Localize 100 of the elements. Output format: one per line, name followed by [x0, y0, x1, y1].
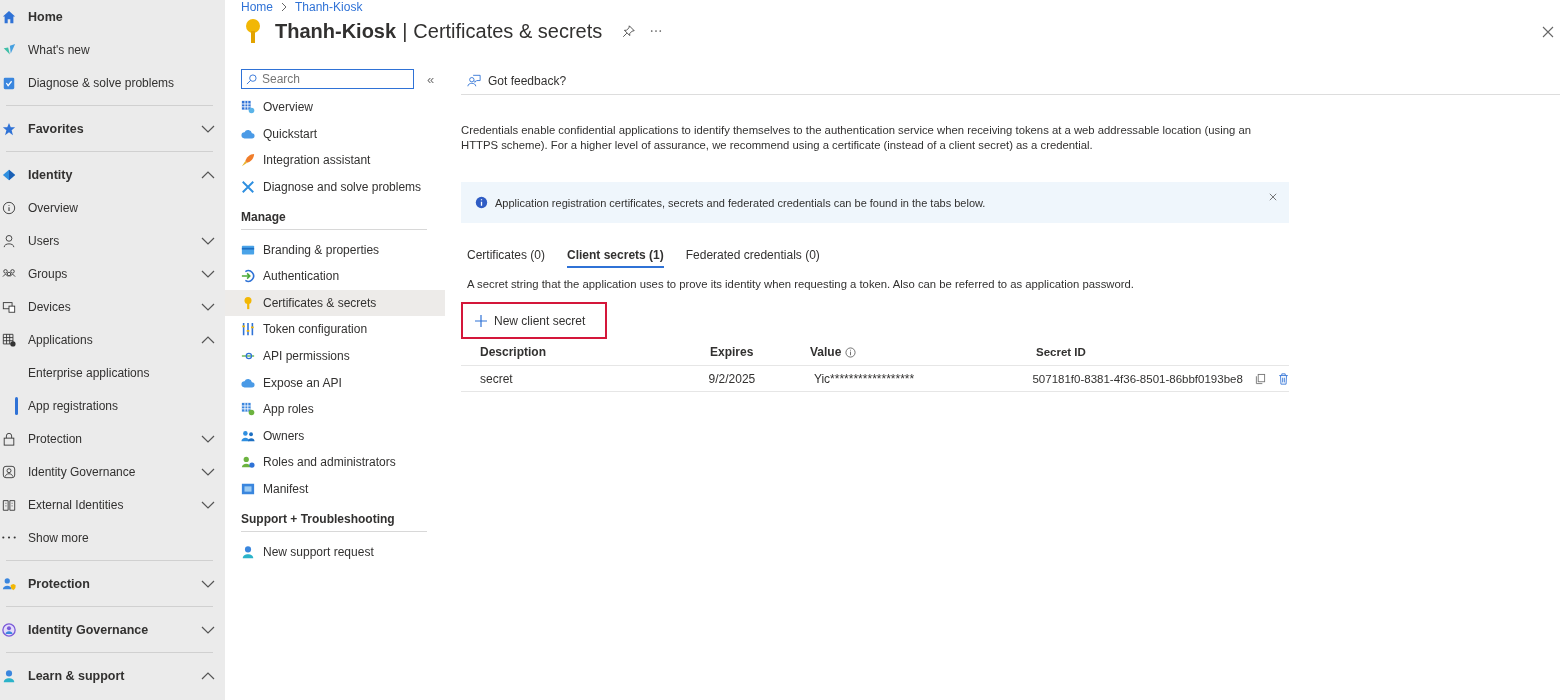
plus-icon [475, 314, 487, 327]
copy-icon[interactable] [1255, 372, 1266, 385]
nav-heading[interactable]: Home [28, 9, 215, 24]
chevron-down-icon[interactable] [201, 236, 215, 245]
book-icon [2, 497, 16, 512]
menu-item[interactable]: Quickstart [225, 120, 445, 148]
chevron-down-icon[interactable] [201, 625, 215, 634]
nav-heading[interactable]: Protection [28, 576, 201, 591]
star-icon [2, 121, 16, 136]
close-icon[interactable] [1269, 193, 1277, 201]
column-header: Expires [710, 345, 754, 359]
column-header: Secret ID [1036, 346, 1086, 358]
menu-item[interactable]: App roles [225, 395, 445, 423]
chevron-up-icon[interactable] [201, 335, 215, 344]
info-icon [475, 196, 488, 209]
feedback-icon [467, 74, 481, 88]
house-icon [2, 9, 16, 24]
menu-item[interactable]: Roles and administrators [225, 449, 445, 476]
menu-item[interactable]: Branding & properties [225, 236, 445, 263]
tab[interactable]: Certificates (0) [467, 245, 546, 268]
collapse-button[interactable]: « [427, 71, 435, 87]
section-heading: Support + Troubleshooting [241, 512, 427, 533]
nav-item[interactable]: Protection [28, 431, 201, 446]
table-cell: secret [480, 371, 513, 386]
nav-item[interactable]: Users [28, 233, 201, 248]
nav-item[interactable]: Identity Governance [28, 464, 201, 479]
clipboard-icon [2, 75, 16, 90]
pin-icon[interactable] [622, 24, 636, 38]
chevron-down-icon[interactable] [201, 302, 215, 311]
devices-icon [2, 299, 16, 314]
key-icon [245, 18, 261, 44]
column-header: Value [810, 345, 842, 359]
search-field[interactable]: Search [241, 69, 414, 89]
menu-item[interactable]: Owners [225, 422, 445, 450]
feedback-button[interactable]: Got feedback? [467, 74, 567, 88]
menu-item[interactable]: Overview [225, 94, 445, 121]
person-icon [2, 233, 16, 248]
chevron-down-icon[interactable] [201, 434, 215, 443]
nav-item[interactable]: Diagnose & solve problems [28, 75, 215, 90]
grid-icon [2, 332, 16, 347]
grid-icon [241, 100, 255, 115]
chevron-down-icon[interactable] [201, 269, 215, 278]
page-subtitle: Certificates & secrets [413, 19, 603, 43]
menu-item[interactable]: New support request [225, 538, 445, 565]
tab[interactable]: Federated credentials (0) [685, 245, 820, 268]
chevron-up-icon[interactable] [201, 671, 215, 680]
bars-icon [241, 322, 255, 337]
ellipsis-icon [2, 536, 16, 539]
column-header: Description [480, 345, 546, 359]
breadcrumb-link[interactable]: Home [241, 0, 273, 14]
table-cell: Yic****************** [813, 371, 915, 386]
description-text: Credentials enable confidential applications to identify themselves to the authentication service when receiving tokens at a web addressable location (using an HTTPS scheme). For a higher level of assurance, we recommend using a certificate (instead of a client secret) as a credential. [461, 123, 1252, 153]
menu-item[interactable]: Diagnose and solve problems [225, 173, 445, 201]
grid-icon [241, 402, 255, 417]
nav-heading[interactable]: Identity Governance [28, 622, 201, 637]
nav-item[interactable]: Overview [28, 200, 215, 215]
nav-item[interactable]: Applications [28, 332, 201, 347]
person-icon [2, 668, 16, 683]
tab[interactable]: Client secrets (1) [567, 245, 664, 268]
more-icon[interactable] [650, 29, 663, 33]
menu-item[interactable]: Expose an API [225, 369, 445, 396]
chevron-down-icon[interactable] [201, 124, 215, 133]
chevron-right-icon [281, 2, 287, 12]
search-icon [246, 74, 257, 85]
chevron-down-icon[interactable] [201, 500, 215, 509]
person-shield-icon [2, 576, 16, 591]
nav-item[interactable]: Enterprise applications [28, 365, 215, 380]
menu-item[interactable]: Token configuration [225, 316, 445, 343]
table-cell: 507181f0-8381-4f36-8501-86bbf0193be8 [1032, 372, 1243, 385]
delete-icon[interactable] [1278, 372, 1289, 385]
menu-item[interactable]: Integration assistant [225, 147, 445, 174]
section-heading: Manage [241, 210, 427, 231]
nav-item[interactable]: App registrations [28, 398, 215, 413]
diamond-icon [2, 167, 16, 182]
nav-item[interactable]: What's new [28, 42, 215, 57]
people-icon [241, 428, 255, 443]
nav-item[interactable]: Show more [28, 530, 215, 545]
new-client-secret-button[interactable]: New client secret [461, 302, 607, 339]
banner-text: Application registration certificates, secrets and federated credentials can be found in the tabs below. [495, 196, 987, 209]
breadcrumb-link[interactable]: Thanh-Kiosk [295, 0, 363, 14]
nav-heading[interactable]: Identity [28, 167, 201, 182]
nav-item[interactable]: External Identities [28, 497, 201, 512]
lock-icon [2, 431, 16, 446]
menu-item[interactable]: API permissions [225, 342, 445, 370]
nav-heading[interactable]: Favorites [28, 121, 201, 136]
table-cell: 9/2/2025 [708, 371, 756, 386]
menu-item[interactable]: Authentication [225, 262, 445, 290]
chevron-up-icon[interactable] [201, 170, 215, 179]
title-separator: | [402, 19, 408, 43]
chevron-down-icon[interactable] [201, 579, 215, 588]
badge-icon [2, 464, 16, 479]
manifest-icon [241, 482, 255, 496]
person-icon [241, 544, 255, 559]
nav-item[interactable]: Groups [28, 266, 201, 281]
nav-item[interactable]: Devices [28, 299, 201, 314]
close-icon[interactable] [1542, 26, 1554, 38]
menu-item[interactable]: Manifest [225, 475, 445, 503]
chevron-down-icon[interactable] [201, 467, 215, 476]
nav-heading[interactable]: Learn & support [28, 668, 201, 683]
menu-item[interactable]: Certificates & secrets [225, 289, 445, 317]
